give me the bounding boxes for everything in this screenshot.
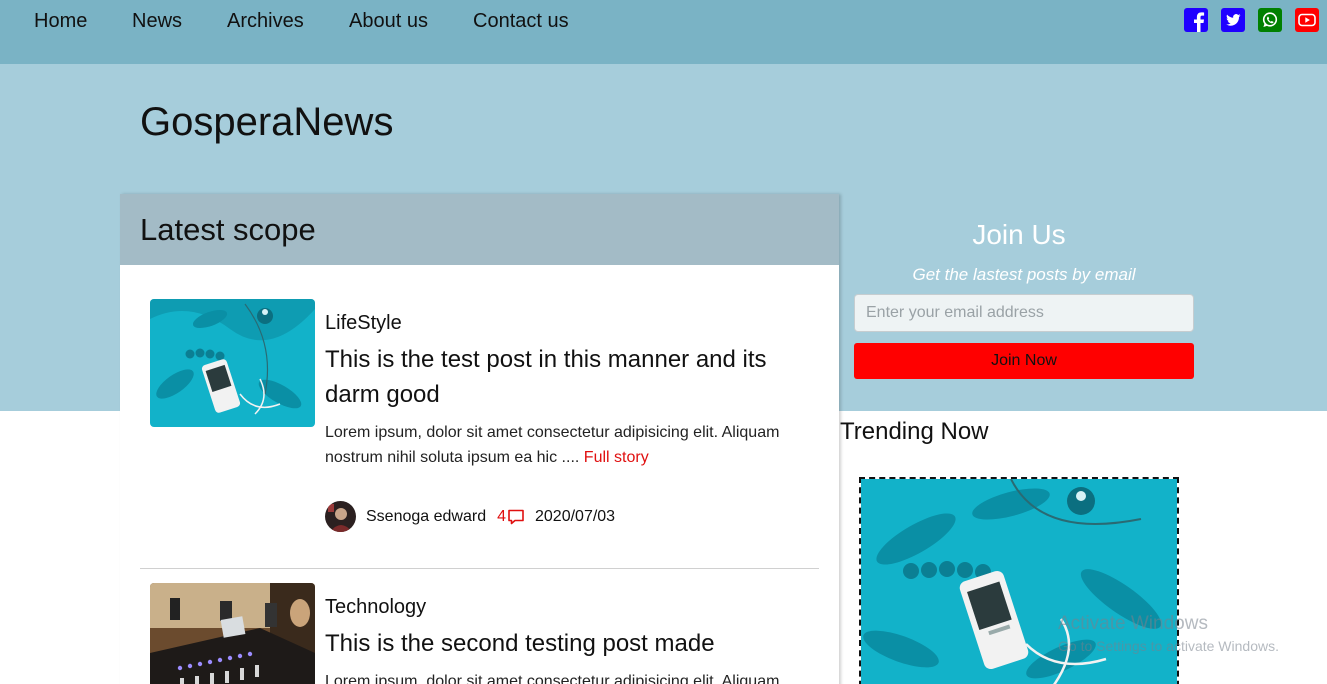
trending-heading: Trending Now: [840, 418, 989, 445]
post-excerpt: Lorem ipsum, dolor sit amet consectetur …: [325, 420, 805, 470]
post-excerpt-text: Lorem ipsum, dolor sit amet consectetur …: [325, 424, 780, 466]
author-avatar[interactable]: [325, 501, 356, 532]
join-now-button[interactable]: Join Now: [854, 343, 1194, 379]
top-navigation: Home News Archives About us Contact us: [0, 0, 1327, 64]
email-input[interactable]: [854, 294, 1194, 332]
site-title: GosperaNews: [140, 100, 394, 144]
post-thumbnail[interactable]: [150, 299, 315, 427]
join-subtitle: Get the lastest posts by email: [912, 265, 1136, 284]
watermark-title: Activate Windows: [1058, 613, 1208, 634]
twitter-icon[interactable]: [1221, 8, 1245, 32]
post-date: 2020/07/03: [535, 507, 616, 525]
nav-home-link[interactable]: Home: [34, 10, 87, 33]
watermark-subtitle: Go to Settings to activate Windows.: [1058, 638, 1279, 654]
post-category[interactable]: Technology: [325, 596, 805, 619]
join-title: Join Us: [972, 219, 1066, 250]
latest-posts-header: Latest scope: [120, 194, 839, 265]
post-body: LifeStyle This is the test post in this …: [325, 299, 805, 470]
comment-icon: [508, 509, 524, 524]
latest-posts-card: Latest scope LifeStyle This is the test …: [120, 194, 839, 684]
post-title[interactable]: This is the second testing post made: [325, 626, 805, 661]
author-name[interactable]: Ssenoga edward: [366, 508, 486, 526]
post-category[interactable]: LifeStyle: [325, 312, 805, 335]
post-meta: Ssenoga edward 4 2020/07/03: [325, 501, 615, 532]
nav-about-link[interactable]: About us: [349, 10, 428, 33]
comment-count-value: 4: [497, 507, 506, 525]
post-divider: [140, 568, 819, 569]
youtube-icon[interactable]: [1295, 8, 1319, 32]
post-excerpt: Lorem ipsum, dolor sit amet consectetur …: [325, 673, 780, 684]
comment-count[interactable]: 4: [497, 508, 525, 526]
whatsapp-icon[interactable]: [1258, 8, 1282, 32]
post-body: Technology This is the second testing po…: [325, 583, 805, 684]
newsletter-signup: Join Us Get the lastest posts by email J…: [854, 218, 1194, 379]
nav-contact-link[interactable]: Contact us: [473, 10, 569, 33]
post-thumbnail[interactable]: [150, 583, 315, 684]
nav-news-link[interactable]: News: [132, 10, 182, 33]
post-title[interactable]: This is the test post in this manner and…: [325, 342, 805, 412]
latest-posts-heading: Latest scope: [140, 211, 316, 247]
facebook-icon[interactable]: [1184, 8, 1208, 32]
nav-archives-link[interactable]: Archives: [227, 10, 304, 33]
full-story-link[interactable]: Full story: [584, 449, 649, 466]
windows-activation-watermark: Activate Windows Go to Settings to activ…: [1058, 613, 1279, 654]
